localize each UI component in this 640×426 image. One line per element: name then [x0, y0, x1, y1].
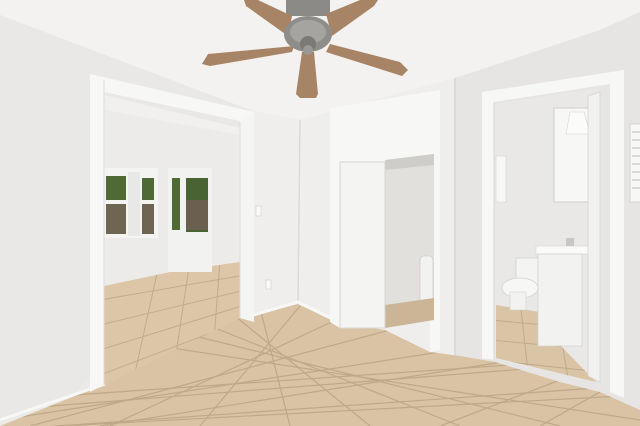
- bathroom-door: [587, 91, 601, 383]
- room-scene: [0, 0, 640, 426]
- closet: [330, 90, 440, 352]
- closet-door: [339, 161, 386, 329]
- wall-outlet: [265, 279, 272, 290]
- vanity: [535, 238, 591, 347]
- light-switch: [255, 205, 262, 217]
- air-vent: [629, 123, 640, 203]
